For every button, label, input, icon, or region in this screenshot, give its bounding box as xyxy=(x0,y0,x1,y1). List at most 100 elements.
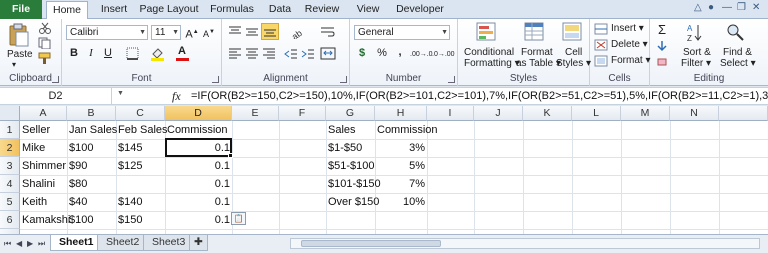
cell-a3[interactable]: Shimmer xyxy=(20,157,68,175)
row-header-3[interactable]: 3 xyxy=(0,157,20,175)
cell-b4[interactable]: $80 xyxy=(67,175,89,193)
insert-sheet-icon[interactable]: ✚ xyxy=(189,235,208,251)
col-header-n[interactable]: N xyxy=(670,106,719,121)
select-all-corner[interactable] xyxy=(0,106,20,121)
format-cells-icon[interactable] xyxy=(594,55,608,67)
last-sheet-icon[interactable]: ⏭ xyxy=(38,239,45,249)
tab-data[interactable]: Data xyxy=(263,1,297,19)
sort-filter-label[interactable]: Sort & xyxy=(683,47,711,58)
cell-b2[interactable]: $100 xyxy=(67,139,95,157)
clear-icon[interactable] xyxy=(656,55,668,67)
format-as-table-label-2[interactable]: as Table ▾ xyxy=(516,58,561,69)
name-box[interactable]: D2 xyxy=(0,88,112,105)
row-header-6[interactable]: 6 xyxy=(0,211,20,229)
col-header-a[interactable]: A xyxy=(20,106,67,121)
alignment-launcher-icon[interactable] xyxy=(340,76,347,83)
format-button[interactable]: Format ▾ xyxy=(611,55,650,66)
cell-c2[interactable]: $145 xyxy=(116,139,144,157)
cell-a4[interactable]: Shalini xyxy=(20,175,57,193)
col-header-l[interactable]: L xyxy=(572,106,621,121)
cell-styles-label[interactable]: Cell xyxy=(565,47,582,58)
number-format-combo[interactable]: General ▼ xyxy=(354,25,450,40)
horizontal-scrollbar[interactable] xyxy=(290,238,760,249)
help-question-icon[interactable]: ● xyxy=(708,2,714,13)
name-box-dropdown-icon[interactable]: ▼ xyxy=(117,90,124,97)
cell-b3[interactable]: $90 xyxy=(67,157,89,175)
find-select-icon[interactable] xyxy=(725,22,747,44)
tab-formulas[interactable]: Formulas xyxy=(206,1,258,19)
col-header-j[interactable]: J xyxy=(474,106,523,121)
align-bottom-button[interactable] xyxy=(261,23,279,40)
font-name-combo[interactable]: Calibri ▼ xyxy=(66,25,148,40)
borders-icon[interactable] xyxy=(126,47,140,60)
cell-b5[interactable]: $40 xyxy=(67,193,89,211)
comma-style-icon[interactable]: , xyxy=(392,45,408,60)
row-header-4[interactable]: 4 xyxy=(0,175,20,193)
paste-dropdown-icon[interactable]: ▾ xyxy=(12,60,16,69)
orientation-icon[interactable]: ab xyxy=(290,25,306,39)
insert-cells-icon[interactable] xyxy=(594,23,608,35)
fill-icon[interactable] xyxy=(656,40,668,52)
cell-g2[interactable]: $1-$50 xyxy=(326,139,364,157)
cell-c5[interactable]: $140 xyxy=(116,193,144,211)
cut-icon[interactable] xyxy=(38,22,52,34)
col-header-e[interactable]: E xyxy=(232,106,279,121)
cell-d3[interactable]: 0.1 xyxy=(165,157,232,175)
cell-d1[interactable]: Commission xyxy=(165,121,230,139)
formula-input[interactable]: =IF(OR(B2>=150,C2>=150),10%,IF(OR(B2>=10… xyxy=(191,88,768,105)
help-icon[interactable]: △ xyxy=(694,2,702,13)
cell-d4[interactable]: 0.1 xyxy=(165,175,232,193)
format-as-table-label[interactable]: Format xyxy=(521,47,553,58)
decrease-indent-icon[interactable] xyxy=(284,47,298,60)
sort-filter-icon[interactable]: AZ xyxy=(686,22,708,44)
close-icon[interactable]: ✕ xyxy=(752,2,760,13)
sort-filter-label-2[interactable]: Filter ▾ xyxy=(681,58,711,69)
cell-styles-label-2[interactable]: Styles ▾ xyxy=(556,58,591,69)
cell-g5[interactable]: Over $150 xyxy=(326,193,381,211)
font-color-icon[interactable]: A xyxy=(174,44,190,59)
decrease-decimal-icon[interactable]: .0→.00 xyxy=(432,47,455,62)
col-header-d[interactable]: D xyxy=(165,106,232,121)
conditional-formatting-icon[interactable] xyxy=(476,22,498,42)
cell-h4[interactable]: 7% xyxy=(375,175,427,193)
cell-c3[interactable]: $125 xyxy=(116,157,144,175)
find-select-label[interactable]: Find & xyxy=(723,47,752,58)
col-header-g[interactable]: G xyxy=(326,106,375,121)
col-header-f[interactable]: F xyxy=(279,106,326,121)
cell-a6[interactable]: Kamakshi xyxy=(20,211,72,229)
bold-icon[interactable]: B xyxy=(66,46,82,61)
paste-icon[interactable] xyxy=(8,23,30,47)
copy-icon[interactable] xyxy=(38,37,52,49)
worksheet-grid[interactable]: A B C D E F G H I J K L M N 1 2 3 4 5 6 … xyxy=(0,106,768,234)
underline-icon[interactable]: U xyxy=(100,46,116,61)
fill-handle[interactable] xyxy=(228,153,233,158)
first-sheet-icon[interactable]: ⏮ xyxy=(4,239,11,249)
row-header-5[interactable]: 5 xyxy=(0,193,20,211)
cell-b6[interactable]: $100 xyxy=(67,211,95,229)
increase-indent-icon[interactable] xyxy=(301,47,315,60)
align-right-icon[interactable] xyxy=(262,47,276,60)
align-left-icon[interactable] xyxy=(228,47,242,60)
conditional-formatting-label[interactable]: Conditional xyxy=(464,47,514,58)
cell-h3[interactable]: 5% xyxy=(375,157,427,175)
fill-color-icon[interactable] xyxy=(150,46,166,61)
merge-center-icon[interactable] xyxy=(320,47,338,60)
wrap-text-icon[interactable] xyxy=(320,25,336,39)
sheet-tab-sheet2[interactable]: Sheet2 xyxy=(97,235,149,251)
cell-b1[interactable]: Jan Sales xyxy=(67,121,119,139)
insert-function-icon[interactable]: fx xyxy=(172,88,181,105)
insert-button[interactable]: Insert ▾ xyxy=(611,23,644,34)
font-launcher-icon[interactable] xyxy=(212,76,219,83)
sheet-tab-sheet3[interactable]: Sheet3 xyxy=(143,235,195,251)
cell-g1[interactable]: Sales xyxy=(326,121,358,139)
find-select-label-2[interactable]: Select ▾ xyxy=(720,58,756,69)
font-size-combo[interactable]: 11 ▼ xyxy=(151,25,181,40)
align-top-icon[interactable] xyxy=(228,25,242,38)
cell-c1[interactable]: Feb Sales xyxy=(116,121,170,139)
tab-insert[interactable]: Insert xyxy=(94,1,134,19)
col-header-c[interactable]: C xyxy=(116,106,165,121)
cell-d5[interactable]: 0.1 xyxy=(165,193,232,211)
tab-page-layout[interactable]: Page Layout xyxy=(139,1,199,19)
autosum-icon[interactable]: Σ xyxy=(654,22,670,37)
row-header-2[interactable]: 2 xyxy=(0,139,20,157)
